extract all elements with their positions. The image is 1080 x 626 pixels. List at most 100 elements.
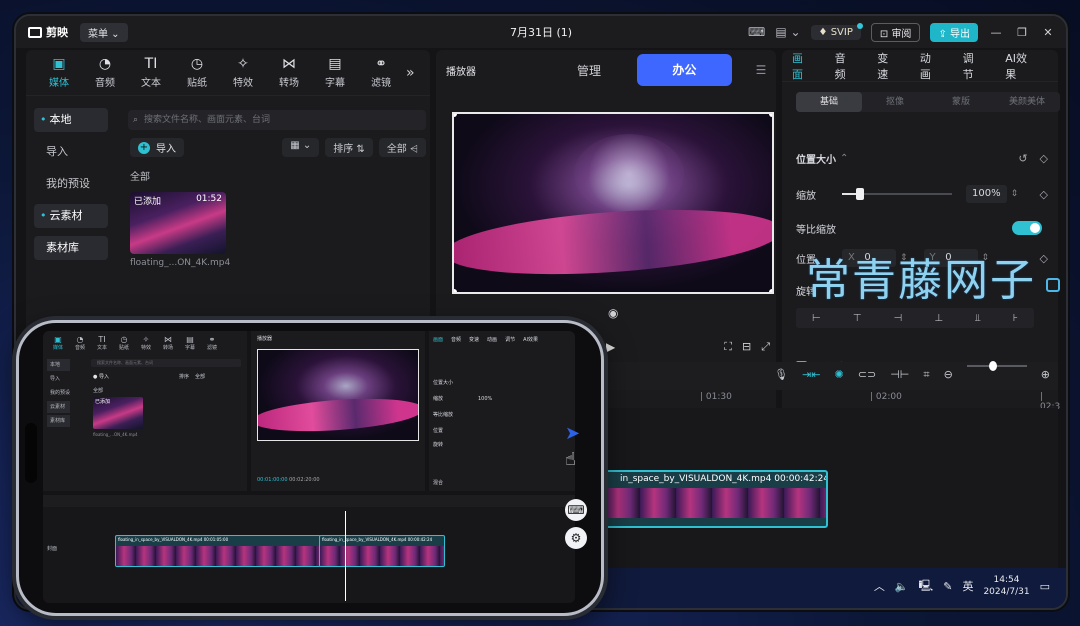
reset-icon[interactable]: ↺ — [1018, 152, 1027, 165]
sidebar-item-library[interactable]: 素材库 — [34, 236, 108, 260]
search-input[interactable]: ⌕ 搜索文件名称、画面元素、台词 — [128, 110, 426, 130]
review-button[interactable]: ⊡ 审阅 — [870, 22, 921, 42]
split-preview-icon[interactable]: ⊣⊢ — [890, 368, 909, 382]
resize-handle[interactable] — [454, 289, 457, 292]
ratio-icon[interactable]: ⊟ — [742, 340, 751, 354]
tab-caption[interactable]: ▤ 字幕 — [312, 56, 358, 89]
tab-media[interactable]: ▣ 媒体 — [36, 56, 82, 89]
sort-button[interactable]: 排序 ⇅ — [325, 138, 373, 157]
preview-axis-icon[interactable]: ⌗ — [923, 368, 929, 382]
zoom-out-icon[interactable]: ⊖ — [944, 368, 953, 382]
align-bottom-icon[interactable]: ⊦ — [1013, 313, 1018, 324]
filter-button[interactable]: 全部 ⩤ — [378, 138, 426, 157]
notification-icon[interactable]: ▭ — [1040, 580, 1050, 593]
phone-tab-sticker[interactable]: ◷ 贴纸 — [113, 335, 135, 351]
view-mode-button[interactable]: ▦ ⌄ — [282, 138, 320, 157]
minimize-icon[interactable]: — — [988, 26, 1004, 39]
phone-tab-animation[interactable]: 动画 — [487, 336, 497, 343]
phone-sidebar-item[interactable]: 云素材 — [47, 401, 71, 413]
tab-transition[interactable]: ⋈ 转场 — [266, 56, 312, 89]
menu-button[interactable]: 菜单 ⌄ — [80, 22, 128, 42]
phone-tab-transition[interactable]: ⋈ 转场 — [157, 335, 179, 351]
align-top-icon[interactable]: ⊥ — [934, 313, 943, 324]
keyframe-icon[interactable]: ◇ — [1040, 188, 1048, 201]
close-icon[interactable]: ✕ — [1040, 26, 1056, 39]
scale-slider[interactable] — [842, 188, 952, 200]
fullscreen-icon[interactable]: ⤢ — [761, 340, 770, 354]
network-icon[interactable]: 🖳 — [919, 577, 934, 596]
phone-cover-label[interactable]: 封面 — [47, 545, 57, 552]
phone-tab-text[interactable]: TI 文本 — [91, 335, 113, 351]
phone-sort-button[interactable]: 排序 — [179, 373, 189, 380]
resize-handle[interactable] — [769, 289, 772, 292]
maximize-icon[interactable]: ❐ — [1014, 26, 1030, 39]
tab-audio-settings[interactable]: 音频 — [835, 50, 856, 82]
clock[interactable]: 14:54 2024/7/31 — [983, 574, 1029, 598]
pen-icon[interactable]: ✎ — [943, 580, 952, 593]
sidebar-item-cloud[interactable]: • 云素材 — [34, 204, 108, 228]
import-button[interactable]: + 导入 — [130, 138, 184, 157]
volume-icon[interactable]: 🔈 — [895, 580, 909, 593]
video-preview[interactable] — [452, 112, 774, 294]
more-tabs-icon[interactable]: » — [406, 65, 415, 81]
svip-button[interactable]: ♦ SVIP — [810, 22, 864, 40]
tab-ai-effects[interactable]: AI效果 — [1005, 50, 1036, 82]
align-left-icon[interactable]: ⊢ — [812, 313, 821, 324]
phone-tab-speed[interactable]: 变速 — [469, 336, 479, 343]
ime-indicator[interactable]: 英 — [962, 578, 973, 594]
export-button[interactable]: ⇪ 导出 — [930, 22, 978, 42]
phone-clip[interactable]: floating_in_space_by_VISUALDON_4K.mp4 00… — [319, 535, 445, 567]
play-icon[interactable]: ▶ — [606, 340, 615, 354]
zoom-in-icon[interactable]: ⊕ — [1041, 368, 1050, 382]
align-middle-icon[interactable]: ⫫ — [975, 313, 981, 324]
phone-video-preview[interactable] — [257, 349, 419, 441]
tab-adjust[interactable]: 调节 — [963, 50, 984, 82]
video-clip[interactable]: in_space_by_VISUALDON_4K.mp4 00:00:42:24 — [602, 470, 828, 528]
align-center-icon[interactable]: ⊤ — [853, 313, 862, 324]
phone-sidebar-item[interactable]: 本地 — [47, 359, 71, 371]
phone-tab-media[interactable]: ▣ 媒体 — [47, 335, 69, 351]
auto-snap-icon[interactable]: ✺ — [835, 368, 844, 382]
keyframe-icon[interactable]: ◇ — [1040, 152, 1048, 165]
keyboard-fab-icon[interactable]: ⌨ — [565, 499, 587, 521]
segment-player[interactable]: 播放器 — [436, 63, 541, 78]
stepper-icon[interactable]: ⇕ — [1011, 189, 1019, 199]
media-thumbnail[interactable]: 已添加 01:52 — [130, 192, 226, 254]
sidebar-item-import[interactable]: 导入 — [34, 140, 108, 164]
phone-tab-adjust[interactable]: 调节 — [505, 336, 515, 343]
phone-playhead[interactable] — [345, 511, 346, 601]
tab-animation[interactable]: 动画 — [920, 50, 941, 82]
resize-handle[interactable] — [454, 114, 457, 117]
phone-tab-caption[interactable]: ▤ 字幕 — [179, 335, 201, 351]
sidebar-item-local[interactable]: • 本地 — [34, 108, 108, 132]
keyframe-icon[interactable]: ◇ — [1040, 252, 1048, 265]
shortcut-icon[interactable]: ⌨ — [748, 25, 765, 39]
phone-media-thumbnail[interactable]: 已添加 — [93, 397, 143, 429]
phone-tab-audio[interactable]: ◔ 音频 — [69, 335, 91, 351]
subtab-beauty[interactable]: 美颜美体 — [994, 92, 1060, 112]
phone-sidebar-item[interactable]: 导入 — [47, 373, 70, 385]
main-track-magnet-icon[interactable]: ⇥⇤ — [802, 368, 820, 382]
tab-audio[interactable]: ◔ 音频 — [82, 56, 128, 89]
sidebar-item-presets[interactable]: 我的预设 — [34, 172, 108, 196]
segment-manage[interactable]: 管理 — [541, 62, 636, 79]
phone-filter-button[interactable]: 全部 — [195, 373, 205, 380]
subtab-basic[interactable]: 基础 — [796, 92, 862, 112]
phone-tab-filter[interactable]: ⚭ 滤镜 — [201, 335, 223, 351]
rotate-handle-icon[interactable]: ◉ — [608, 306, 618, 320]
tab-filter[interactable]: ⚭ 滤镜 — [358, 56, 404, 89]
tab-effects[interactable]: ✧ 特效 — [220, 56, 266, 89]
segment-office[interactable]: 办公 — [636, 54, 732, 86]
phone-clip[interactable]: floating_in_space_by_VISUALDON_4K.mp4 00… — [115, 535, 321, 567]
tab-sticker[interactable]: ◷ 贴纸 — [174, 56, 220, 89]
chevron-up-icon[interactable]: ︿ — [874, 578, 885, 594]
subtab-cutout[interactable]: 抠像 — [862, 92, 928, 112]
layout-icon[interactable]: ▤ ⌄ — [775, 25, 800, 39]
tab-speed[interactable]: 变速 — [877, 50, 898, 82]
phone-import-button[interactable]: ● 导入 — [93, 373, 109, 380]
phone-sidebar-item[interactable]: 我的预设 — [47, 387, 70, 399]
phone-sidebar-item[interactable]: 素材库 — [47, 415, 71, 427]
tab-picture[interactable]: 画面 — [792, 50, 813, 82]
phone-tab-audio-settings[interactable]: 音频 — [451, 336, 461, 343]
crop-icon[interactable]: ⛶ — [724, 340, 732, 354]
